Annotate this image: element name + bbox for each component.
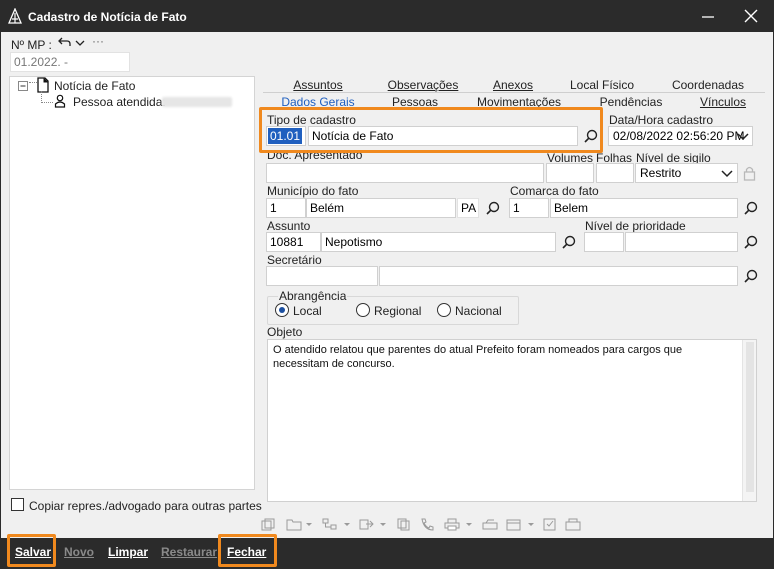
new-button[interactable]: Novo <box>64 545 94 559</box>
chevron-down-icon[interactable] <box>527 518 541 531</box>
secretario-name-field[interactable] <box>379 266 738 286</box>
radio-local[interactable] <box>275 303 289 317</box>
search-icon[interactable] <box>561 234 579 252</box>
chevron-down-icon[interactable] <box>75 37 85 51</box>
undo-icon[interactable] <box>58 36 72 51</box>
collapse-icon[interactable] <box>18 81 29 95</box>
chevron-down-icon[interactable] <box>721 168 733 182</box>
more-options-icon[interactable]: ··· <box>92 34 104 48</box>
assunto-label: Assunto <box>267 219 311 233</box>
tab-vinculos[interactable]: Vínculos <box>681 94 765 110</box>
copy-representatives-label: Copiar repres./advogado para outras part… <box>29 499 262 513</box>
lock-icon[interactable] <box>743 165 756 184</box>
municipio-label: Município do fato <box>267 184 359 198</box>
tree-panel: Notícia de Fato Pessoa atendida: <box>9 76 255 490</box>
tab-observacoes[interactable]: Observações <box>373 77 473 93</box>
search-icon[interactable] <box>743 200 761 218</box>
restore-button[interactable]: Restaurar <box>161 545 217 559</box>
highlight-tipo-cadastro <box>259 107 603 153</box>
secretario-code-field[interactable] <box>266 266 378 286</box>
nivel-prioridade-name-field[interactable] <box>625 232 738 252</box>
tree-child-label[interactable]: Pessoa atendida: <box>73 95 166 109</box>
highlight-save-button <box>7 534 56 567</box>
clear-button[interactable]: Limpar <box>108 545 148 559</box>
tab-anexos[interactable]: Anexos <box>473 77 553 93</box>
title-bar: Cadastro de Notícia de Fato <box>1 1 773 32</box>
objeto-text: O atendido relatou que parentes do atual… <box>273 344 683 370</box>
tree-connector-child <box>41 102 53 103</box>
municipio-uf-field[interactable]: PA <box>457 198 479 218</box>
chevron-down-icon[interactable] <box>343 518 357 531</box>
data-hora-field[interactable]: 02/08/2022 02:56:20 PM <box>608 126 753 146</box>
document-icon <box>36 77 50 96</box>
highlight-close-button <box>218 534 277 567</box>
radio-nacional[interactable] <box>437 303 451 317</box>
search-icon[interactable] <box>743 234 761 252</box>
comarca-label: Comarca do fato <box>510 184 599 198</box>
folhas-field[interactable] <box>596 163 634 183</box>
chevron-down-icon[interactable] <box>305 518 319 531</box>
minimize-button[interactable] <box>698 7 718 25</box>
radio-local-label: Local <box>293 304 322 318</box>
phone-icon[interactable] <box>420 518 434 531</box>
search-icon[interactable] <box>485 200 503 218</box>
calendar-icon[interactable] <box>506 518 521 531</box>
objeto-label: Objeto <box>267 325 303 339</box>
assunto-code-field[interactable]: 10881 <box>266 232 321 252</box>
data-hora-label: Data/Hora cadastro <box>609 113 714 127</box>
folder-icon[interactable] <box>286 518 302 531</box>
comarca-name-field[interactable]: Belem <box>550 198 738 218</box>
search-icon[interactable] <box>743 268 761 286</box>
abrangencia-label: Abrangência <box>278 289 348 303</box>
objeto-textarea[interactable]: O atendido relatou que parentes do atual… <box>267 339 757 502</box>
radio-nacional-label: Nacional <box>455 304 502 318</box>
task-icon[interactable] <box>543 518 557 531</box>
redacted-name <box>162 97 232 107</box>
nivel-prioridade-label: Nível de prioridade <box>585 219 686 233</box>
chevron-down-icon[interactable] <box>737 131 749 145</box>
radio-regional-label: Regional <box>374 304 422 318</box>
radio-regional[interactable] <box>356 303 370 317</box>
municipio-name-field[interactable]: Belém <box>306 198 456 218</box>
nivel-prioridade-code-field[interactable] <box>584 232 624 252</box>
chevron-down-icon[interactable] <box>379 518 393 531</box>
transfer-icon[interactable] <box>359 518 374 531</box>
dialog-window: Cadastro de Notícia de Fato Nº MP : ··· … <box>0 0 774 569</box>
chevron-down-icon[interactable] <box>465 518 479 531</box>
close-window-button[interactable] <box>741 7 761 25</box>
printer-icon[interactable] <box>444 518 460 531</box>
doc-apresentado-field[interactable] <box>266 163 544 183</box>
copy-icon[interactable] <box>397 518 411 531</box>
archive-icon[interactable] <box>565 518 581 531</box>
secretario-label: Secretário <box>267 253 322 267</box>
app-logo-icon <box>8 7 22 27</box>
tree-root-label[interactable]: Notícia de Fato <box>54 79 135 93</box>
tab-coordenadas[interactable]: Coordenadas <box>651 77 765 93</box>
scanner-icon[interactable] <box>482 518 498 531</box>
volumes-field[interactable] <box>546 163 594 183</box>
objeto-scrollbar[interactable] <box>742 340 756 501</box>
num-mp-field[interactable]: 01.2022. - <box>10 52 130 72</box>
person-icon <box>54 94 66 111</box>
comarca-code-field[interactable]: 1 <box>509 198 549 218</box>
num-mp-label: Nº MP : <box>11 38 52 52</box>
hierarchy-icon[interactable] <box>322 518 337 531</box>
bottom-action-bar: Salvar Novo Limpar Restaurar Fechar <box>1 538 773 569</box>
add-document-icon[interactable] <box>261 518 275 531</box>
tab-local-fisico[interactable]: Local Físico <box>553 77 651 93</box>
window-title: Cadastro de Notícia de Fato <box>28 10 187 24</box>
copy-representatives-checkbox[interactable] <box>11 498 24 511</box>
municipio-code-field[interactable]: 1 <box>266 198 306 218</box>
tab-assuntos[interactable]: Assuntos <box>263 77 373 93</box>
assunto-name-field[interactable]: Nepotismo <box>321 232 556 252</box>
